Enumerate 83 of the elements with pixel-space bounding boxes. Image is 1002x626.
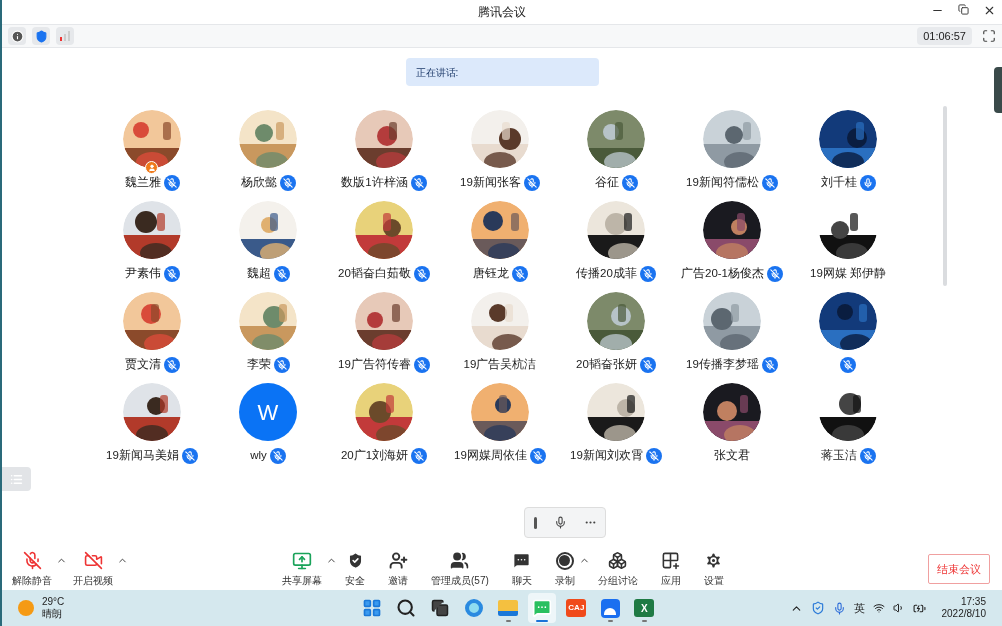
participant-name: 唐钰龙 [472, 266, 509, 282]
participant-name: 杨欣懿 [240, 175, 277, 191]
clock-date[interactable]: 2022/8/10 [941, 608, 986, 620]
toolbar-button[interactable]: 解除静音 [8, 548, 56, 590]
task-view-icon [431, 599, 450, 617]
signal-icon[interactable] [56, 27, 74, 45]
close-icon[interactable] [983, 4, 996, 17]
volume-icon[interactable] [892, 602, 905, 614]
toolbar-button[interactable]: 设置 [699, 548, 728, 590]
participant-name: 19广告符传睿 [338, 357, 411, 373]
drag-handle-icon[interactable] [533, 516, 537, 529]
toolbar-button[interactable]: 分组讨论 [593, 548, 642, 590]
taskbar-app[interactable]: CAJ [562, 593, 591, 623]
weather-desc: 晴朗 [42, 608, 63, 620]
weather-temp: 29°C [42, 596, 65, 608]
participant-name: 谷征 [594, 175, 619, 191]
participant-name: 19新闻张客 [460, 175, 521, 191]
users-icon [450, 550, 470, 571]
apps-icon [661, 550, 681, 571]
participant-name: 尹素伟 [124, 266, 161, 282]
search-icon [396, 598, 417, 618]
share-screen-icon [292, 550, 312, 571]
record-icon [555, 550, 574, 571]
participant-name: 19网媒 郑伊静 [810, 266, 886, 282]
participant-name: 李荣 [246, 357, 271, 373]
taskbar-app[interactable]: X [630, 593, 659, 623]
shield-icon[interactable] [32, 27, 50, 45]
window-title: 腾讯会议 [478, 4, 526, 21]
toolbar-button[interactable]: 聊天 [507, 548, 536, 590]
toolbar-button[interactable]: 邀请 [384, 548, 412, 590]
participant-name: 19新闻马美娟 [106, 448, 179, 464]
participant-name: 张文君 [714, 448, 750, 464]
add-user-icon [388, 550, 408, 571]
caj-app-icon: CAJ [566, 599, 587, 617]
folder-icon [498, 600, 519, 616]
mic-icon[interactable] [553, 516, 567, 529]
video-off-icon [83, 550, 103, 571]
breakout-icon [608, 550, 628, 571]
shield-icon[interactable] [810, 601, 825, 615]
restore-icon[interactable] [958, 4, 969, 15]
clock-time[interactable]: 17:35 [960, 596, 986, 608]
meeting-timer: 01:06:57 [917, 26, 972, 46]
toolbar-button[interactable]: 开启视频 [69, 548, 117, 590]
toolbar-button[interactable]: 安全 [341, 548, 369, 590]
info-icon[interactable] [8, 27, 26, 45]
participant-name: wly [250, 448, 267, 464]
cloud-app-icon [600, 598, 620, 618]
speaking-banner: 正在讲话: [405, 58, 599, 86]
spreadsheet-app-icon: X [634, 599, 655, 617]
muted-mic-icon [22, 550, 42, 571]
participant-name: 数版1许梓涵 [341, 175, 408, 191]
participant-name: 19新闻符儒松 [686, 175, 759, 191]
letter-avatar: W [239, 383, 297, 441]
toolbar-button[interactable]: 管理成员(57) [427, 548, 493, 590]
end-meeting-button[interactable]: 结束会议 [928, 553, 990, 585]
browser-icon [465, 599, 484, 617]
participant-name: 19传播李梦瑶 [686, 357, 759, 373]
participant-name: 19广告吴杭洁 [463, 357, 537, 373]
fullscreen-icon[interactable] [982, 29, 996, 43]
participant-name: 广告20-1杨俊杰 [681, 266, 764, 282]
participant-name: 19网媒周依佳 [454, 448, 527, 464]
participant-name: 20广1刘海妍 [340, 448, 409, 464]
participant-name: 传播20成菲 [576, 266, 637, 282]
participant-name: 魏兰雅 [124, 175, 161, 191]
input-method[interactable]: 英 [853, 599, 865, 617]
toolbar-button[interactable]: 录制 [550, 548, 579, 590]
participant-name: 魏超 [246, 266, 271, 282]
participant-name: 贾文清 [124, 357, 161, 373]
participant-name: 20韬奋白茹敬 [338, 266, 411, 282]
participant-name: 刘千桂 [820, 175, 857, 191]
participant-name: 蒋玉洁 [820, 448, 857, 464]
toolbar-button[interactable]: 应用 [656, 548, 685, 590]
list-toggle-button[interactable] [2, 467, 31, 491]
wifi-icon[interactable] [872, 602, 885, 614]
chat-app-icon [532, 598, 553, 618]
list-icon [10, 472, 23, 486]
participant-name: 19新闻刘欢霄 [570, 448, 643, 464]
scrollbar-thumb[interactable] [943, 106, 947, 286]
mic-icon[interactable] [832, 601, 846, 615]
toolbar-button[interactable]: 共享屏幕 [278, 548, 326, 590]
side-handle[interactable] [994, 67, 1002, 113]
start-icon [362, 598, 383, 618]
participant-name: 20韬奋张妍 [576, 357, 637, 373]
